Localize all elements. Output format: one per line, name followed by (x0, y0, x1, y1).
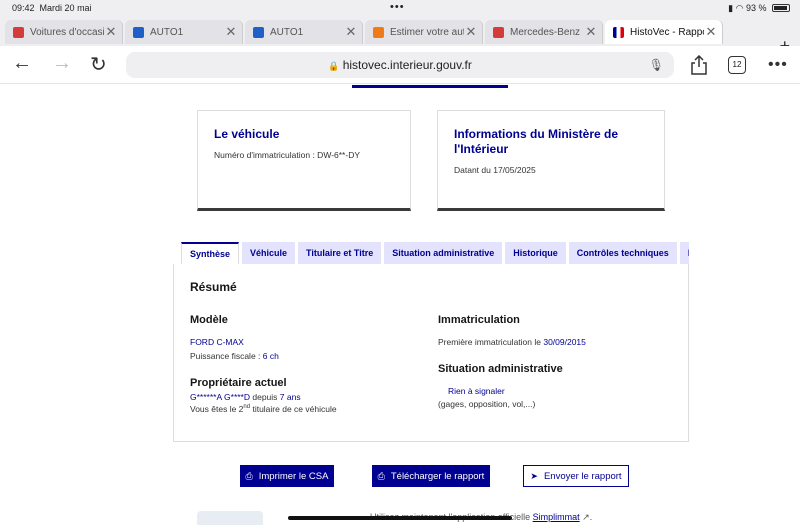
simplimmat-link[interactable]: Simplimmat (533, 512, 580, 522)
car-illustration-icon (197, 511, 263, 525)
page-content: Le véhicule Numéro d'immatriculation : D… (0, 85, 800, 525)
first-registration-date: 30/09/2015 (543, 337, 586, 347)
share-icon[interactable] (690, 55, 708, 75)
print-csa-button[interactable]: ⎙ Imprimer le CSA (240, 465, 334, 487)
tab-titulaire[interactable]: Titulaire et Titre (298, 242, 382, 264)
printer-icon: ⎙ (245, 470, 253, 481)
registration-heading: Immatriculation (438, 314, 520, 326)
browser-tab[interactable]: Mercedes-Benz ✕ (485, 20, 603, 44)
back-icon[interactable]: ← (12, 52, 32, 75)
tab-label: Mercedes-Benz (510, 26, 581, 38)
model-value: FORD C-MAX (190, 337, 244, 347)
summary-heading: Résumé (190, 280, 237, 294)
tab-label: Estimer votre auto (390, 26, 464, 38)
close-icon[interactable]: ✕ (104, 24, 118, 40)
tab-count-button[interactable]: 12 (728, 56, 746, 74)
tab-label: HistoVec - Rapport (630, 26, 704, 38)
browser-tab[interactable]: AUTO1 ✕ (245, 20, 363, 44)
close-icon[interactable]: ✕ (344, 24, 358, 40)
tab-label: AUTO1 (270, 26, 304, 38)
print-label: Imprimer le CSA (258, 470, 329, 482)
report-tabs: Synthèse Véhicule Titulaire et Titre Situat… (181, 242, 689, 264)
send-icon: ➤ (530, 470, 538, 481)
fiscal-power-value: 6 ch (262, 351, 279, 361)
close-icon[interactable]: ✕ (224, 24, 238, 40)
summary-panel: Résumé Modèle FORD C-MAX Puissance fisca… (173, 264, 689, 442)
tab-vehicule[interactable]: Véhicule (242, 242, 296, 264)
signal-icon: ▮ (728, 3, 734, 13)
address-bar-row: ← → ↻ 🔒 histovec.interieur.gouv.fr 🎙 12 … (0, 46, 800, 84)
status-bar: 09:42 Mardi 20 mai ••• ▮ ◠ 93 % (0, 0, 800, 16)
multitasking-dots[interactable]: ••• (390, 1, 405, 13)
owner-line: G******A G****D depuis 7 ans (190, 392, 301, 402)
lock-icon: 🔒 (328, 61, 340, 71)
tab-historique[interactable]: Historique (505, 242, 566, 264)
printer-icon: ⎙ (377, 470, 385, 481)
download-label: Télécharger le rapport (390, 470, 485, 482)
forward-icon[interactable]: → (52, 52, 72, 75)
tab-kilometrage[interactable]: Kilométrage (679, 242, 689, 264)
browser-tab[interactable]: AUTO1 ✕ (125, 20, 243, 44)
tab-label: AUTO1 (150, 26, 184, 38)
url-text: histovec.interieur.gouv.fr (342, 58, 472, 72)
download-report-button[interactable]: ⎙ Télécharger le rapport (372, 465, 490, 487)
battery-icon (772, 4, 790, 12)
browser-tab-bar: Voitures d'occasion ✕ AUTO1 ✕ AUTO1 ✕ Es… (0, 16, 800, 56)
browser-tab-active[interactable]: HistoVec - Rapport ✕ (605, 20, 723, 44)
auto1-logo-icon (133, 26, 144, 38)
send-report-button[interactable]: ➤ Envoyer le rapport (523, 465, 629, 487)
status-time: 09:42 Mardi 20 mai (12, 3, 92, 13)
admin-heading: Situation administrative (438, 363, 563, 375)
vehicle-card-title: Le véhicule (214, 127, 280, 141)
home-indicator[interactable] (288, 516, 512, 520)
header-accent-line (352, 85, 508, 88)
vehicle-card: Le véhicule Numéro d'immatriculation : D… (197, 110, 411, 211)
close-icon[interactable]: ✕ (464, 24, 478, 40)
ministry-card-text: Datant du 17/05/2025 (454, 165, 536, 175)
admin-status[interactable]: Rien à signaler (448, 386, 505, 396)
tab-synthese[interactable]: Synthèse (181, 242, 240, 264)
ministry-card: Informations du Ministère de l'Intérieur… (437, 110, 665, 211)
french-flag-icon (613, 26, 624, 38)
external-link-icon: ↗ (582, 512, 590, 522)
auto1-logo-icon (253, 26, 264, 38)
shield-logo-icon (493, 26, 504, 38)
shield-logo-icon (13, 26, 24, 38)
tab-controles-techniques[interactable]: Contrôles techniques (568, 242, 677, 264)
send-label: Envoyer le rapport (543, 470, 622, 482)
status-right: ▮ ◠ 93 % (728, 3, 790, 14)
ministry-card-title: Informations du Ministère de l'Intérieur (454, 127, 619, 156)
owner-name: G******A G****D (190, 392, 251, 402)
vehicle-card-text: Numéro d'immatriculation : DW-6**-DY (214, 150, 361, 160)
fiscal-power: Puissance fiscale : 6 ch (190, 351, 279, 361)
wifi-icon: ◠ (735, 3, 744, 13)
owner-years: 7 ans (279, 392, 301, 402)
close-icon[interactable]: ✕ (584, 24, 598, 40)
reload-icon[interactable]: ↻ (90, 52, 107, 77)
owner-heading: Propriétaire actuel (190, 377, 287, 389)
tab-situation-administrative[interactable]: Situation administrative (384, 242, 503, 264)
model-heading: Modèle (190, 314, 228, 326)
battery-label: 93 % (745, 3, 767, 13)
more-menu-icon[interactable]: ••• (768, 56, 788, 74)
tab-label: Voitures d'occasion (30, 26, 104, 38)
microphone-icon[interactable]: 🎙 (649, 52, 664, 78)
admin-detail: (gages, opposition, vol,...) (438, 399, 536, 409)
browser-tab[interactable]: Estimer votre auto ✕ (365, 20, 483, 44)
browser-tab[interactable]: Voitures d'occasion ✕ (5, 20, 123, 44)
close-icon[interactable]: ✕ (704, 24, 718, 40)
url-field[interactable]: 🔒 histovec.interieur.gouv.fr 🎙 (126, 52, 674, 78)
orange-square-icon (373, 26, 384, 38)
first-registration: Première immatriculation le 30/09/2015 (438, 337, 586, 347)
owner-rank: Vous êtes le 2nd titulaire de ce véhicul… (190, 404, 337, 414)
